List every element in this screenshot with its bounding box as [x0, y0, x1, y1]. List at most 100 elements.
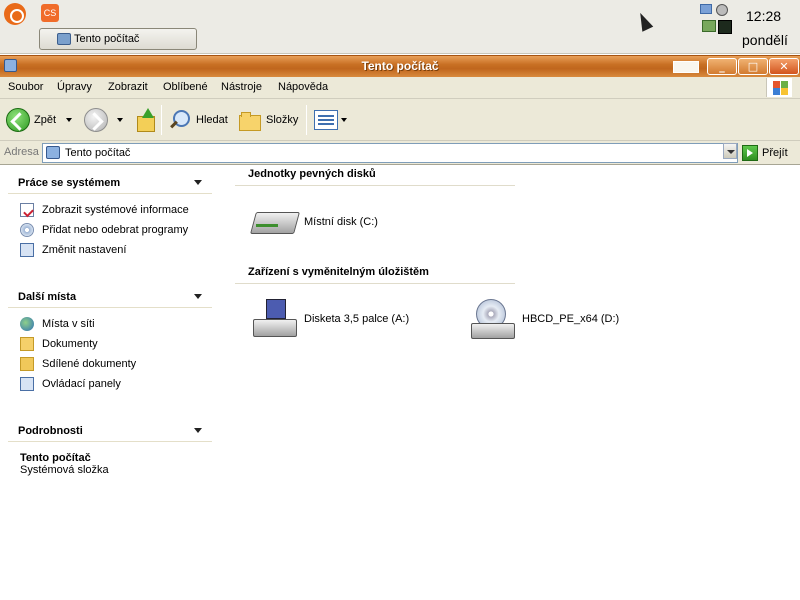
shared-folder-icon: [20, 357, 34, 371]
folder-up-icon: [135, 108, 155, 132]
chevron-down-icon[interactable]: [194, 428, 202, 433]
menu-view[interactable]: Zobrazit: [108, 81, 148, 93]
place-shared-documents[interactable]: Sdílené dokumenty: [8, 354, 212, 374]
go-arrow-icon: [742, 145, 758, 161]
minimize-button[interactable]: _: [707, 58, 737, 75]
drive-label: Místní disk (C:): [304, 216, 378, 228]
address-bar: Adresa Tento počítač Přejít: [0, 141, 800, 165]
menu-favorites[interactable]: Oblíbené: [163, 81, 208, 93]
other-places-section: Další místa Místa v síti Dokumenty Sdíle…: [8, 286, 212, 394]
go-label: Přejít: [762, 147, 788, 159]
drive-label: Disketa 3,5 palce (A:): [304, 313, 410, 325]
network-tray-icon[interactable]: [700, 4, 712, 14]
details-title: Podrobnosti: [18, 425, 83, 437]
task-pane: Práce se systémem Zobrazit systémové inf…: [0, 166, 220, 600]
chevron-down-icon: [341, 118, 347, 122]
place-network[interactable]: Místa v síti: [8, 314, 212, 334]
go-button[interactable]: Přejít: [742, 143, 788, 163]
taskbar-button-label: Tento počítač: [74, 33, 140, 45]
cd-drive-icon: [468, 299, 516, 339]
details-header[interactable]: Podrobnosti: [8, 420, 212, 442]
clock-day[interactable]: pondělí: [742, 32, 788, 48]
file-view: Jednotky pevných disků Místní disk (C:) …: [220, 166, 800, 600]
details-name: Tento počítač: [20, 452, 91, 464]
chevron-down-icon[interactable]: [194, 180, 202, 185]
chevron-down-icon[interactable]: [194, 294, 202, 299]
back-arrow-icon: [6, 108, 30, 132]
up-folder-button[interactable]: [135, 107, 155, 133]
windows-logo-icon: [766, 78, 792, 97]
network-places-icon: [20, 317, 34, 331]
connection-tray-icon[interactable]: [702, 20, 716, 32]
other-places-title: Další místa: [18, 291, 77, 303]
place-label: Ovládací panely: [42, 378, 121, 390]
menu-edit[interactable]: Úpravy: [57, 81, 92, 93]
search-button[interactable]: Hledat: [168, 107, 228, 133]
close-button[interactable]: ✕: [769, 58, 799, 75]
toolbar-separator: [306, 105, 307, 135]
toolbar: Zpět Hledat Složky: [0, 99, 800, 141]
address-label: Adresa: [4, 146, 39, 158]
place-control-panel[interactable]: Ovládací panely: [8, 374, 212, 394]
group-removable: Zařízení s vyměnitelným úložištěm: [235, 264, 515, 284]
menu-tools[interactable]: Nástroje: [221, 81, 262, 93]
views-button[interactable]: [314, 107, 347, 133]
ubuntu-logo-icon[interactable]: [4, 3, 26, 25]
drive-c[interactable]: Místní disk (C:): [250, 202, 378, 242]
documents-folder-icon: [20, 337, 34, 351]
place-label: Sdílené dokumenty: [42, 358, 137, 370]
place-label: Dokumenty: [42, 338, 98, 350]
address-dropdown-button[interactable]: [723, 143, 737, 159]
menu-help[interactable]: Nápověda: [278, 81, 328, 93]
floppy-drive-icon: [250, 299, 298, 339]
toolbar-separator: [161, 105, 162, 135]
clipboard-tray-icon[interactable]: [718, 20, 732, 34]
menu-bar: Soubor Úpravy Zobrazit Oblíbené Nástroje…: [0, 77, 800, 99]
place-label: Místa v síti: [42, 318, 95, 330]
window-titlebar[interactable]: Tento počítač _ □ ✕: [0, 55, 800, 77]
drive-a[interactable]: Disketa 3,5 palce (A:): [250, 299, 409, 339]
address-value: Tento počítač: [65, 147, 131, 159]
task-view-system-info[interactable]: Zobrazit systémové informace: [8, 200, 212, 220]
system-info-icon: [20, 203, 34, 217]
back-button[interactable]: Zpět: [6, 107, 56, 133]
group-hard-disks: Jednotky pevných disků: [235, 166, 515, 186]
task-change-settings[interactable]: Změnit nastavení: [8, 240, 212, 260]
system-tasks-header[interactable]: Práce se systémem: [8, 172, 212, 194]
place-documents[interactable]: Dokumenty: [8, 334, 212, 354]
back-history-dropdown[interactable]: [66, 107, 72, 133]
search-icon: [168, 109, 190, 131]
folders-button[interactable]: Složky: [238, 107, 298, 133]
cs-app-icon[interactable]: CS: [41, 4, 59, 22]
other-places-header[interactable]: Další místa: [8, 286, 212, 308]
drive-d[interactable]: HBCD_PE_x64 (D:): [468, 299, 619, 339]
details-body: Tento počítač Systémová složka: [20, 452, 109, 476]
maximize-button[interactable]: □: [738, 58, 768, 75]
clock-time[interactable]: 12:28: [746, 8, 781, 24]
top-panel: CS Tento počítač 12:28 pondělí: [0, 0, 800, 54]
volume-tray-icon[interactable]: [716, 4, 728, 16]
add-remove-programs-icon: [20, 223, 34, 237]
details-section: Podrobnosti: [8, 420, 212, 442]
back-label: Zpět: [34, 114, 57, 126]
task-label: Změnit nastavení: [42, 244, 127, 256]
taskbar-button-this-computer[interactable]: Tento počítač: [39, 28, 197, 50]
chevron-down-icon: [66, 118, 72, 122]
computer-icon: [46, 146, 60, 159]
forward-history-dropdown[interactable]: [117, 107, 123, 133]
hard-disk-icon: [250, 202, 298, 242]
system-tasks-section: Práce se systémem Zobrazit systémové inf…: [8, 172, 212, 260]
folders-icon: [238, 110, 262, 131]
drive-label: HBCD_PE_x64 (D:): [522, 313, 620, 325]
views-icon: [314, 110, 338, 130]
window-shade-button[interactable]: [670, 58, 702, 75]
menu-file[interactable]: Soubor: [8, 81, 43, 93]
mouse-cursor-icon: [634, 10, 654, 32]
folders-label: Složky: [266, 114, 299, 126]
address-input[interactable]: Tento počítač: [42, 143, 738, 163]
search-label: Hledat: [196, 114, 228, 126]
forward-button[interactable]: [84, 107, 108, 133]
control-panel-icon: [20, 377, 34, 391]
task-label: Přidat nebo odebrat programy: [42, 224, 189, 236]
task-add-remove-programs[interactable]: Přidat nebo odebrat programy: [8, 220, 212, 240]
